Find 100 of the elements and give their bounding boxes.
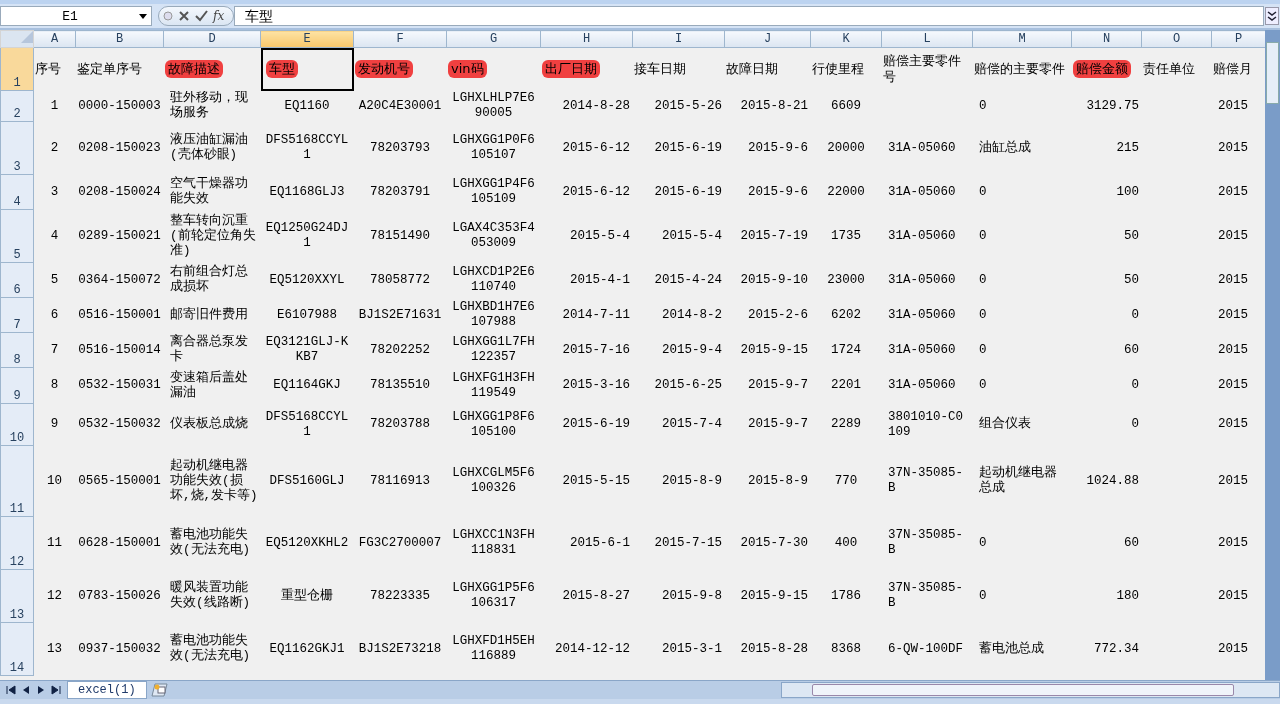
column-header[interactable]: K — [810, 30, 882, 48]
table-cell-text: FG3C2700007 — [357, 535, 443, 551]
cancel-icon[interactable] — [178, 10, 190, 22]
new-sheet-icon[interactable] — [150, 683, 171, 697]
table-cell-text: 31A-05060 — [887, 140, 957, 156]
table-cell-text: 1724 — [830, 342, 862, 358]
table-cell-text: 2015-7-30 — [739, 535, 809, 551]
formula-input[interactable]: 车型 — [234, 6, 1264, 26]
table-cell-text: 2015-7-15 — [653, 535, 723, 551]
table-cell-text: 0 — [978, 98, 988, 114]
table-cell-text: 2015-9-15 — [739, 588, 809, 604]
table-cell-text: 2015-8-28 — [739, 641, 809, 657]
row-header[interactable]: 9 — [0, 367, 34, 404]
table-cell-text: 2015-9-7 — [747, 417, 809, 432]
column-header[interactable]: L — [881, 30, 973, 48]
table-cell-text: 3 — [49, 184, 60, 200]
column-header[interactable]: H — [540, 30, 633, 48]
table-cell-text: 1 — [49, 98, 60, 114]
column-header[interactable]: D — [163, 30, 261, 48]
column-header[interactable]: N — [1071, 30, 1142, 48]
table-cell-text: 2015 — [1217, 417, 1249, 432]
last-sheet-icon[interactable] — [51, 685, 61, 695]
table-cell-text: 0532-150032 — [77, 417, 162, 432]
table-cell-text: 78058772 — [369, 272, 431, 288]
table-cell-text: 0783-150026 — [77, 588, 162, 604]
sheet-tab[interactable]: excel(1) — [67, 681, 147, 699]
table-cell-text: 2289 — [830, 417, 862, 432]
table-cell-text: 78203791 — [369, 184, 431, 200]
table-cell-text: 变速箱后盖处漏油 — [169, 370, 249, 401]
table-cell-text: 31A-05060 — [887, 184, 957, 200]
row-header[interactable]: 4 — [0, 174, 34, 210]
row-header[interactable]: 6 — [0, 262, 34, 298]
table-cell-text: 60 — [1123, 342, 1140, 358]
table-cell-text: 0937-150032 — [77, 641, 162, 657]
dropdown-caret-icon[interactable] — [139, 13, 147, 19]
table-cell-text: E6107988 — [276, 307, 338, 323]
row-header[interactable]: 14 — [0, 622, 34, 676]
row-header[interactable]: 5 — [0, 209, 34, 263]
header-cell: 赔偿月 — [1213, 61, 1252, 77]
table-cell-text: EQ1160 — [283, 98, 331, 114]
table-cell-text: 2015-6-19 — [561, 417, 631, 432]
table-cell-text: LGHXGG1L7FH122357 — [451, 335, 536, 365]
insert-function-button[interactable]: fx — [213, 9, 225, 23]
table-cell-text: 772.34 — [1093, 641, 1140, 657]
column-header[interactable]: J — [724, 30, 811, 48]
row-header[interactable]: 10 — [0, 403, 34, 446]
table-cell-text: 2015-5-4 — [661, 228, 723, 244]
row-header[interactable]: 2 — [0, 90, 34, 122]
table-cell-text: 2015 — [1217, 228, 1249, 244]
table-cell-text: 60 — [1123, 535, 1140, 551]
horizontal-scrollbar[interactable] — [780, 682, 1280, 698]
table-cell-text: 78202252 — [369, 342, 431, 358]
table-cell-text: 400 — [833, 535, 859, 551]
row-header[interactable]: 3 — [0, 121, 34, 175]
first-sheet-icon[interactable] — [6, 685, 16, 695]
table-cell-text: 12 — [46, 588, 63, 604]
column-header[interactable]: O — [1141, 30, 1212, 48]
table-cell-text: 0516-150014 — [77, 342, 162, 358]
next-sheet-icon[interactable] — [36, 685, 46, 695]
column-header[interactable]: B — [75, 30, 164, 48]
table-cell-text: 2015-8-21 — [739, 98, 809, 114]
table-cell-text: 9 — [49, 417, 60, 432]
table-cell-text: 2015-6-12 — [561, 140, 631, 156]
column-header[interactable]: E — [260, 30, 354, 48]
header-cell: 故障日期 — [726, 61, 778, 77]
name-box[interactable]: E1 — [0, 6, 152, 26]
table-cell-text: 0 — [978, 184, 988, 200]
expand-icon[interactable] — [1265, 7, 1279, 25]
table-cell-text: 78203793 — [369, 140, 431, 156]
table-cell-text: 37N-35085-B — [887, 581, 964, 611]
table-cell-text: 2015 — [1217, 535, 1249, 551]
column-header[interactable]: P — [1211, 30, 1265, 48]
row-header[interactable]: 12 — [0, 516, 34, 570]
column-header[interactable]: F — [353, 30, 447, 48]
table-cell-text: 7 — [49, 342, 60, 358]
table-cell-text: 2015-8-9 — [747, 473, 809, 489]
table-cell-text: 2 — [49, 140, 60, 156]
table-cell-text: 2015-6-12 — [561, 184, 631, 200]
table-cell-text: 6-QW-100DF — [887, 641, 964, 657]
row-header[interactable]: 11 — [0, 445, 34, 517]
previous-sheet-icon[interactable] — [21, 685, 31, 695]
table-cell-text: 4 — [49, 228, 60, 244]
vertical-scrollbar[interactable] — [1265, 30, 1280, 680]
column-header[interactable]: A — [33, 30, 76, 48]
table-cell-text: 78135510 — [369, 378, 431, 393]
table-cell-text: 22000 — [826, 184, 866, 200]
column-header[interactable]: M — [972, 30, 1072, 48]
table-cell-text: 2014-8-28 — [561, 98, 631, 114]
row-header[interactable]: 13 — [0, 569, 34, 623]
table-cell-text: LGHXLHLP7E690005 — [451, 91, 536, 121]
table-cell-text: 0565-150001 — [77, 473, 162, 489]
table-cell-text: 0 — [978, 535, 988, 551]
column-header[interactable]: G — [446, 30, 541, 48]
row-header[interactable]: 8 — [0, 332, 34, 368]
row-header[interactable]: 7 — [0, 297, 34, 333]
table-cell-text: 0 — [978, 378, 988, 393]
row-header[interactable]: 1 — [0, 47, 34, 91]
column-header[interactable]: I — [632, 30, 725, 48]
check-icon[interactable] — [195, 10, 208, 22]
table-cell-text: BJ1S2E71631 — [357, 307, 443, 323]
